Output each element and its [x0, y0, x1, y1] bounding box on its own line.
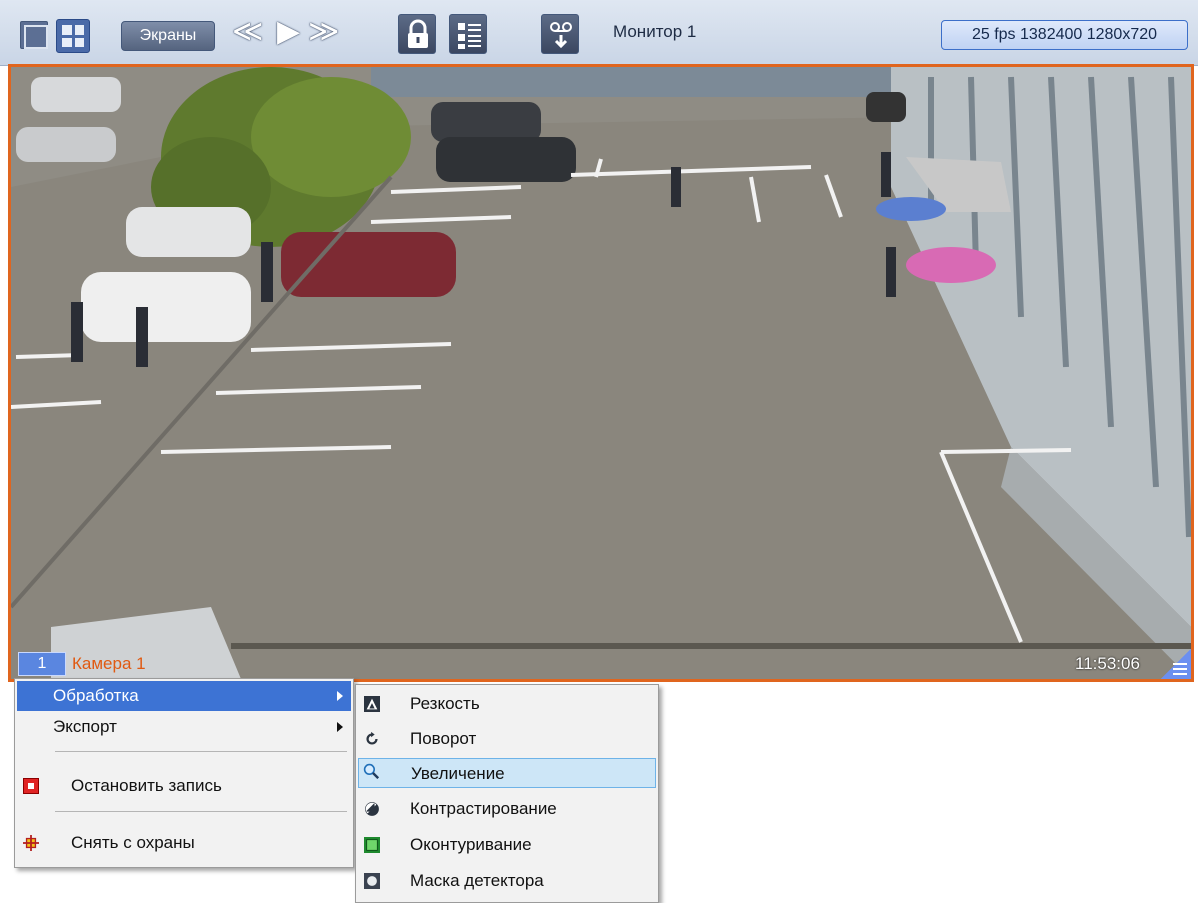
lock-button[interactable]	[398, 14, 436, 54]
menu-separator	[55, 811, 347, 812]
sharpness-icon	[364, 696, 380, 712]
menu-item-label: Экспорт	[53, 717, 117, 736]
camera-number-badge[interactable]: 1	[18, 652, 66, 676]
menu-item-label: Обработка	[53, 686, 139, 705]
submenu-item-detector-mask[interactable]: Маска детектора	[358, 866, 656, 896]
menu-item-export[interactable]: Экспорт	[17, 712, 351, 742]
lock-list-icon	[458, 23, 481, 49]
grid-layout-button[interactable]	[56, 19, 90, 53]
zoom-icon	[363, 763, 379, 779]
submenu-item-label: Резкость	[410, 694, 480, 713]
stream-info-badge: 25 fps 1382400 1280x720	[941, 20, 1188, 50]
submenu-item-contrast[interactable]: Контрастирование	[358, 794, 656, 824]
lock-icon	[408, 19, 428, 48]
next-screen-button[interactable]: ≫	[308, 12, 339, 52]
disarm-icon	[23, 835, 39, 851]
submenu-item-label: Оконтуривание	[410, 835, 532, 854]
menu-item-label: Снять с охраны	[71, 833, 195, 852]
contour-icon	[364, 837, 380, 853]
grid-cell	[62, 25, 72, 35]
camera-context-menu: Обработка Экспорт Остановить запись Снят…	[14, 678, 354, 868]
menu-separator	[55, 751, 347, 752]
menu-item-processing[interactable]: Обработка	[17, 681, 351, 711]
submenu-item-sharpness[interactable]: Резкость	[358, 689, 656, 719]
archive-button[interactable]	[541, 14, 579, 54]
submenu-item-label: Увеличение	[411, 764, 505, 783]
single-layout-button[interactable]	[20, 21, 48, 49]
submenu-item-label: Поворот	[410, 729, 477, 748]
camera-video-frame	[11, 67, 1191, 679]
menu-item-disarm[interactable]: Снять с охраны	[17, 828, 351, 858]
grid-cell	[74, 25, 84, 35]
submenu-arrow-icon	[337, 691, 343, 701]
submenu-item-label: Маска детектора	[410, 871, 544, 890]
camera-view[interactable]: 1 Камера 1 11:53:06	[8, 64, 1194, 682]
menu-item-label: Остановить запись	[71, 776, 222, 795]
submenu-item-contour[interactable]: Оконтуривание	[358, 830, 656, 860]
hamburger-icon	[1173, 663, 1187, 675]
processing-submenu: Резкость Поворот Увеличение Контрастиров…	[355, 684, 659, 903]
menu-item-stop-recording[interactable]: Остановить запись	[17, 771, 351, 801]
screens-button[interactable]: Экраны	[121, 21, 215, 51]
grid-cell	[74, 37, 84, 47]
contrast-icon	[365, 802, 379, 816]
monitor-label: Монитор 1	[613, 22, 697, 41]
tape-download-icon	[550, 22, 572, 49]
detector-mask-icon	[364, 873, 380, 889]
camera-menu-button[interactable]	[1161, 649, 1191, 679]
grid-cell	[62, 37, 72, 47]
toolbar: Экраны ≪ ▶ ≫ Монитор 1 25 fps 1382400 12…	[0, 0, 1198, 66]
submenu-item-label: Контрастирование	[410, 799, 557, 818]
previous-screen-button[interactable]: ≪	[232, 12, 263, 52]
stop-record-icon	[23, 778, 39, 794]
camera-list-button[interactable]	[449, 14, 487, 54]
camera-name-label: Камера 1	[72, 654, 146, 673]
submenu-item-zoom[interactable]: Увеличение	[358, 758, 656, 788]
play-button[interactable]: ▶	[277, 12, 300, 52]
rotate-icon	[366, 731, 378, 745]
camera-timestamp: 11:53:06	[1075, 654, 1140, 673]
submenu-item-rotate[interactable]: Поворот	[358, 724, 656, 754]
submenu-arrow-icon	[337, 722, 343, 732]
